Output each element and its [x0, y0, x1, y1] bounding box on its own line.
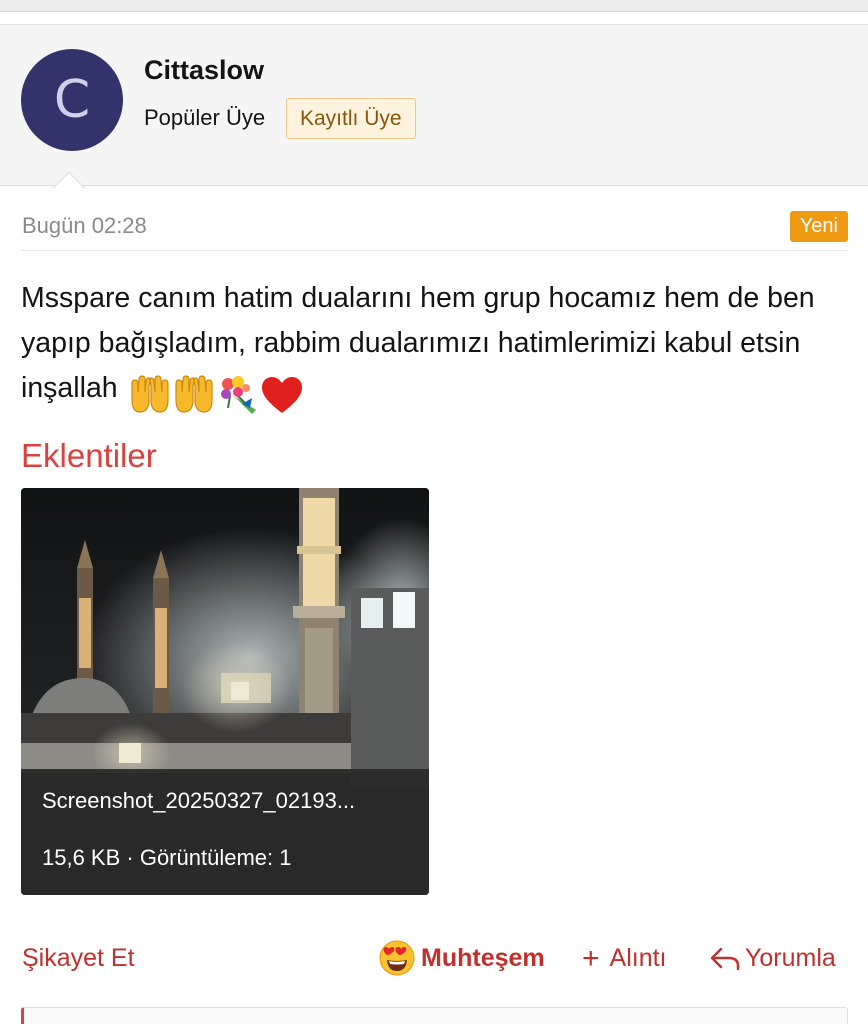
- plus-icon: +: [582, 942, 600, 975]
- reaction-label: Muhteşem: [421, 943, 545, 972]
- post-message: Msspare canım hatim dualarını hem grup h…: [21, 276, 851, 417]
- post-actions-bar: Şikayet Et Muhteşem + Alıntı Yorumla: [21, 936, 848, 982]
- next-post-box: [21, 1007, 848, 1024]
- post-timestamp[interactable]: Bugün 02:28: [22, 213, 147, 239]
- reply-arrow-icon: [710, 947, 740, 970]
- emoji-row: [128, 372, 304, 417]
- red-heart-emoji: [261, 377, 302, 414]
- attachment-info: 15,6 KB · Görüntüleme: 1: [42, 845, 292, 870]
- reaction-button[interactable]: Muhteşem: [379, 940, 545, 976]
- post-user-header: C Cittaslow Popüler Üye Kayıtlı Üye: [0, 24, 868, 186]
- user-banner-badge: Kayıtlı Üye: [286, 98, 416, 139]
- attachment-thumbnail[interactable]: Screenshot_20250327_02193... 15,6 KB · G…: [21, 488, 429, 895]
- user-title: Popüler Üye: [144, 105, 266, 130]
- header-arrow: [50, 170, 86, 188]
- quote-label: Alıntı: [609, 944, 667, 972]
- avatar[interactable]: C: [21, 49, 123, 151]
- top-divider: [0, 0, 868, 12]
- raised-hands-emoji: [174, 375, 213, 414]
- attachments-heading: Eklentiler: [21, 437, 157, 474]
- reply-label: Yorumla: [745, 944, 836, 972]
- new-badge: Yeni: [789, 211, 848, 242]
- bouquet-emoji: [220, 376, 256, 415]
- avatar-letter: C: [53, 70, 91, 130]
- username[interactable]: Cittaslow: [144, 55, 264, 86]
- heart-eyes-emoji: [379, 940, 415, 976]
- raised-hands-emoji: [130, 375, 169, 414]
- attachment-caption: Screenshot_20250327_02193... 15,6 KB · G…: [21, 769, 429, 895]
- report-button[interactable]: Şikayet Et: [22, 944, 135, 973]
- attachment-filename[interactable]: Screenshot_20250327_02193...: [42, 788, 355, 814]
- post-meta: Bugün 02:28 Yeni: [21, 203, 848, 251]
- quote-button[interactable]: + Alıntı: [582, 942, 667, 975]
- reply-button[interactable]: Yorumla: [709, 944, 836, 973]
